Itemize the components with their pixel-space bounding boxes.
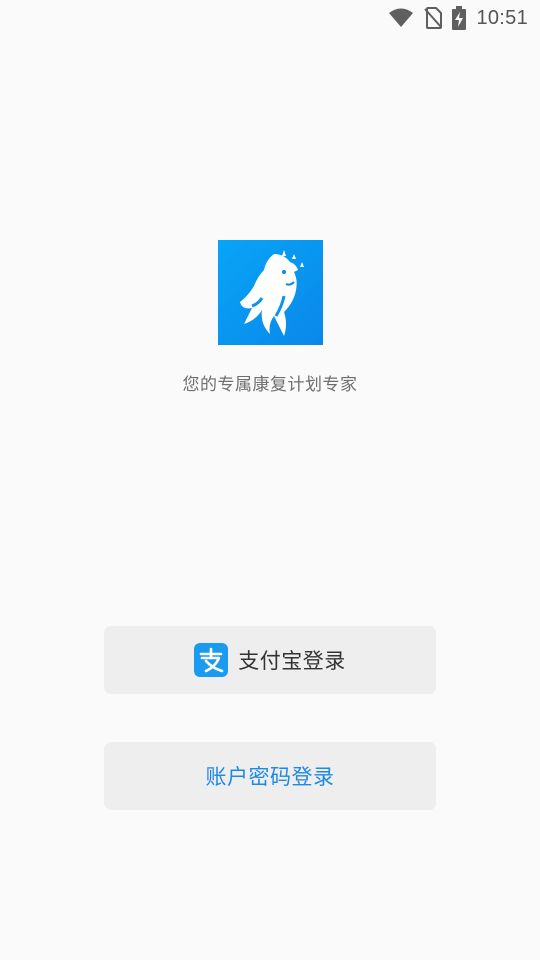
account-login-label: 账户密码登录: [205, 765, 335, 789]
alipay-login-button[interactable]: 支付宝登录: [104, 626, 436, 694]
login-screen: 10:51 您的专属康复计划专家 支付宝登录 账户密码登录: [0, 0, 540, 960]
status-icons: 10:51: [388, 4, 528, 32]
alipay-login-label: 支付宝登录: [238, 649, 346, 673]
battery-charging-icon: [452, 6, 467, 30]
wifi-icon: [388, 7, 414, 29]
no-sim-icon: [424, 7, 443, 29]
horse-logo-icon: [218, 240, 323, 345]
alipay-icon: [194, 643, 229, 677]
app-tagline: 您的专属康复计划专家: [182, 375, 358, 395]
account-password-login-button[interactable]: 账户密码登录: [104, 742, 436, 810]
status-bar: 10:51: [0, 0, 540, 36]
status-time: 10:51: [476, 6, 528, 29]
